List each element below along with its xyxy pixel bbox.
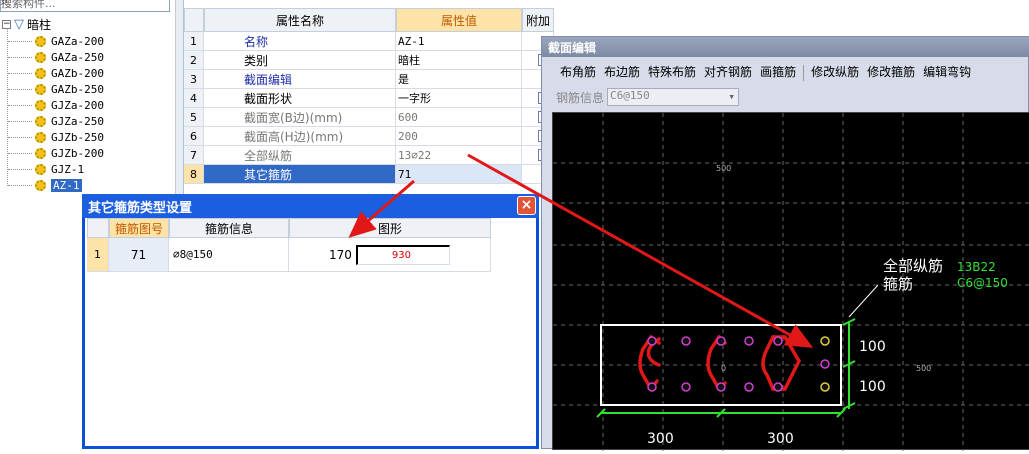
arrow-to-canvas <box>467 153 814 348</box>
arrow-to-dialog <box>348 179 415 238</box>
annotation-arrows <box>348 153 814 348</box>
